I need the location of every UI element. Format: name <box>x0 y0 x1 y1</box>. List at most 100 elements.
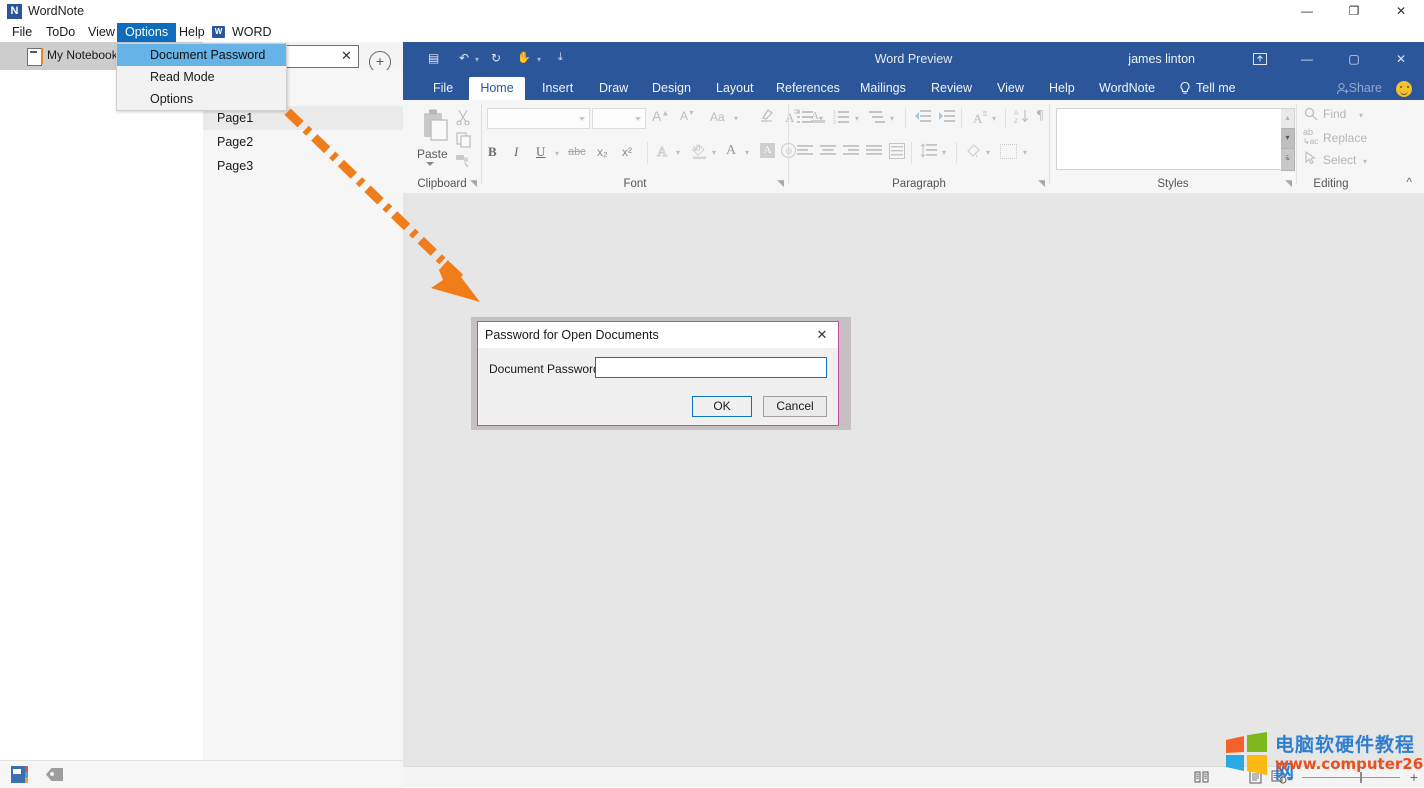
search-icon[interactable] <box>1304 107 1318 124</box>
menu-file[interactable]: File <box>4 23 40 42</box>
numbered-list-icon[interactable]: 123 <box>833 109 850 128</box>
font-name-input[interactable] <box>487 108 590 129</box>
tell-me-box[interactable]: Tell me <box>1196 77 1236 100</box>
paste-icon[interactable] <box>419 108 453 147</box>
list-item[interactable]: Page3 <box>203 154 403 178</box>
styles-scroll-up-icon[interactable]: ▴ <box>1281 108 1295 130</box>
multilevel-list-icon[interactable] <box>869 109 886 128</box>
notebook-status-icon[interactable] <box>11 766 25 783</box>
shading-icon[interactable] <box>965 143 982 162</box>
tab-mailings[interactable]: Mailings <box>850 77 916 100</box>
distributed-icon[interactable] <box>889 143 905 162</box>
character-shading-icon[interactable]: A <box>760 143 775 158</box>
select-label[interactable]: Select <box>1323 153 1356 167</box>
paragraph-dialog-launcher-icon[interactable]: ◥ <box>1038 178 1045 189</box>
styles-more-icon[interactable]: ⩯ <box>1281 148 1295 171</box>
share-button[interactable]: Share <box>1349 77 1382 100</box>
borders-icon[interactable] <box>1000 144 1017 159</box>
ribbon-display-options-icon[interactable] <box>1251 50 1269 68</box>
tab-wordnote[interactable]: WordNote <box>1089 77 1165 100</box>
align-left-icon[interactable] <box>797 144 813 161</box>
paste-dropdown-icon[interactable] <box>426 162 434 166</box>
tab-view[interactable]: View <box>987 77 1034 100</box>
numbered-list-dropdown-icon[interactable]: ▾ <box>855 114 859 123</box>
tab-review[interactable]: Review <box>921 77 982 100</box>
styles-scroll-down-icon[interactable]: ▾ <box>1281 128 1295 150</box>
ok-button[interactable]: OK <box>692 396 752 417</box>
text-highlight-color-icon[interactable]: ab <box>691 142 709 163</box>
cancel-button[interactable]: Cancel <box>763 396 827 417</box>
close-icon[interactable]: ✕ <box>813 326 831 344</box>
replace-label[interactable]: Replace <box>1323 131 1367 145</box>
increase-indent-icon[interactable] <box>938 109 955 128</box>
justify-icon[interactable] <box>866 144 882 161</box>
font-dialog-launcher-icon[interactable]: ◥ <box>777 178 784 189</box>
change-case-icon[interactable]: Aa <box>710 110 725 124</box>
wordnote-maximize-button[interactable]: ❐ <box>1331 0 1377 23</box>
text-direction-dropdown-icon[interactable]: ▾ <box>992 114 996 123</box>
clipboard-dialog-launcher-icon[interactable]: ◥ <box>470 178 477 189</box>
text-fill-icon[interactable]: A <box>656 143 672 162</box>
wordnote-minimize-button[interactable]: — <box>1284 0 1330 23</box>
align-right-icon[interactable] <box>843 144 859 161</box>
line-spacing-dropdown-icon[interactable]: ▾ <box>942 148 946 157</box>
select-icon[interactable] <box>1305 151 1317 168</box>
menu-options[interactable]: Options <box>117 23 176 42</box>
tag-icon[interactable] <box>46 768 63 781</box>
cut-icon[interactable] <box>455 109 471 128</box>
borders-dropdown-icon[interactable]: ▾ <box>1023 148 1027 157</box>
font-size-input[interactable] <box>592 108 646 129</box>
subscript-button[interactable]: x₂ <box>597 145 608 159</box>
superscript-button[interactable]: x² <box>622 145 632 159</box>
decrease-font-size-icon[interactable]: A▼ <box>680 109 695 123</box>
tab-draw[interactable]: Draw <box>589 77 638 100</box>
font-color-icon[interactable]: A <box>726 143 736 159</box>
change-case-dropdown-icon[interactable]: ▾ <box>734 114 738 123</box>
tab-design[interactable]: Design <box>642 77 701 100</box>
word-close-button[interactable]: ✕ <box>1378 42 1424 77</box>
tab-file[interactable]: File <box>423 77 463 100</box>
italic-button[interactable]: I <box>514 144 518 160</box>
menu-item-read-mode[interactable]: Read Mode <box>117 66 286 88</box>
text-fill-dropdown-icon[interactable]: ▾ <box>676 148 680 157</box>
bold-button[interactable]: B <box>488 144 497 160</box>
find-label[interactable]: Find <box>1323 107 1346 121</box>
menu-todo[interactable]: ToDo <box>38 23 83 42</box>
shading-dropdown-icon[interactable]: ▾ <box>986 148 990 157</box>
tab-home[interactable]: Home <box>469 77 525 100</box>
select-dropdown-icon[interactable]: ▾ <box>1363 157 1367 166</box>
copy-icon[interactable] <box>456 132 472 151</box>
align-center-icon[interactable] <box>820 144 836 161</box>
menu-word[interactable]: WORD <box>224 23 280 42</box>
word-document-area[interactable] <box>403 193 1424 766</box>
strikethrough-button[interactable]: abc <box>568 146 586 158</box>
read-mode-icon[interactable] <box>1194 770 1209 787</box>
bullet-list-icon[interactable] <box>797 109 814 128</box>
tab-references[interactable]: References <box>766 77 850 100</box>
word-user-name[interactable]: james linton <box>1128 52 1195 66</box>
word-minimize-button[interactable]: — <box>1284 42 1330 77</box>
tab-help[interactable]: Help <box>1039 77 1085 100</box>
show-formatting-marks-icon[interactable]: ¶ <box>1037 108 1043 124</box>
replace-icon[interactable]: ab↳ac <box>1303 128 1318 146</box>
menu-item-options[interactable]: Options <box>117 88 286 110</box>
word-maximize-button[interactable]: ▢ <box>1331 42 1377 77</box>
menu-item-document-password[interactable]: Document Password <box>117 44 286 66</box>
collapse-ribbon-button[interactable]: ^ <box>1406 175 1412 189</box>
feedback-smiley-icon[interactable] <box>1396 81 1412 97</box>
line-spacing-icon[interactable] <box>920 143 937 162</box>
format-painter-icon[interactable] <box>455 153 472 171</box>
list-item[interactable]: Page2 <box>203 130 403 154</box>
underline-dropdown-icon[interactable]: ▾ <box>555 149 559 158</box>
styles-gallery[interactable] <box>1056 108 1283 170</box>
clear-search-icon[interactable]: ✕ <box>339 48 354 64</box>
menu-help[interactable]: Help <box>171 23 213 42</box>
wordnote-close-button[interactable]: ✕ <box>1378 0 1424 23</box>
tab-insert[interactable]: Insert <box>532 77 583 100</box>
decrease-indent-icon[interactable] <box>914 109 931 128</box>
bullet-list-dropdown-icon[interactable]: ▾ <box>819 114 823 123</box>
find-dropdown-icon[interactable]: ▾ <box>1359 111 1363 120</box>
font-color-dropdown-icon[interactable]: ▾ <box>745 148 749 157</box>
rtl-ltr-text-direction-icon[interactable]: A <box>971 109 989 128</box>
styles-dialog-launcher-icon[interactable]: ◥ <box>1285 178 1292 189</box>
